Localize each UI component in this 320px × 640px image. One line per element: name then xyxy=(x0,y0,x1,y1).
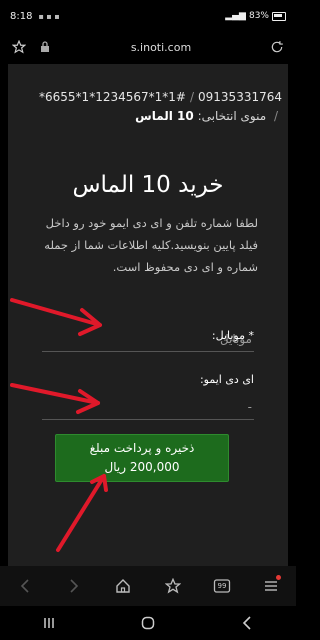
save-and-pay-button[interactable]: ذخیره و پرداخت مبلغ 200,000 ریال xyxy=(55,434,229,482)
breadcrumb-phone[interactable]: 09135331764 xyxy=(198,90,282,104)
bookmark-star-icon[interactable] xyxy=(10,38,28,56)
back-icon[interactable] xyxy=(13,574,37,598)
browser-bottom-nav: 99 xyxy=(0,566,296,606)
recent-apps-icon[interactable] xyxy=(37,611,61,635)
breadcrumb-line-1: 09135331764/*6655*1*1234567*1*1# xyxy=(26,88,282,107)
home-button-icon[interactable] xyxy=(136,611,160,635)
tabs-icon[interactable]: 99 xyxy=(210,574,234,598)
signal-icon: ▂▄▆ xyxy=(225,11,246,21)
menu-notification-dot xyxy=(276,575,282,580)
forward-icon[interactable] xyxy=(62,574,86,598)
battery-icon xyxy=(272,11,286,21)
system-back-icon[interactable] xyxy=(235,611,259,635)
breadcrumb-line-2: / منوی انتخابی: 10 الماس xyxy=(26,107,282,126)
lock-icon xyxy=(36,38,54,56)
status-time: 8:18 xyxy=(10,10,33,22)
status-bar: 8:18 ▪ ▪ ▪ ▂▄▆ 83% xyxy=(0,0,296,32)
form-description: لطفا شماره تلفن و ای دی ایمو خود رو داخل… xyxy=(44,216,258,274)
url-bar: s.inoti.com xyxy=(0,32,296,62)
breadcrumb: 09135331764/*6655*1*1234567*1*1# / منوی … xyxy=(26,88,282,126)
url-text[interactable]: s.inoti.com xyxy=(62,41,260,54)
imo-id-label: ای دی ایمو: xyxy=(199,373,254,386)
status-right: ▂▄▆ 83% xyxy=(225,11,286,21)
page-content: 09135331764/*6655*1*1234567*1*1# / منوی … xyxy=(8,64,288,566)
menu-icon[interactable] xyxy=(259,574,283,598)
breadcrumb-separator: / xyxy=(189,90,195,104)
tabs-count: 99 xyxy=(217,582,227,590)
mobile-input[interactable] xyxy=(42,326,254,352)
selected-menu-label: منوی انتخابی: xyxy=(197,109,267,123)
breadcrumb-code[interactable]: *6655*1*1234567*1*1# xyxy=(39,90,186,104)
reload-icon[interactable] xyxy=(268,38,286,56)
imo-id-input[interactable] xyxy=(42,394,254,420)
system-nav-bar xyxy=(0,606,296,640)
bookmarks-icon[interactable] xyxy=(161,574,185,598)
page-title: خرید 10 الماس xyxy=(72,172,224,198)
battery-percent: 83% xyxy=(248,11,269,21)
home-icon[interactable] xyxy=(111,574,135,598)
selected-menu-value: 10 الماس xyxy=(135,109,194,123)
status-left: 8:18 ▪ ▪ ▪ xyxy=(10,11,60,22)
notification-icons: ▪ ▪ ▪ xyxy=(38,11,60,21)
breadcrumb-separator: / xyxy=(273,109,278,123)
